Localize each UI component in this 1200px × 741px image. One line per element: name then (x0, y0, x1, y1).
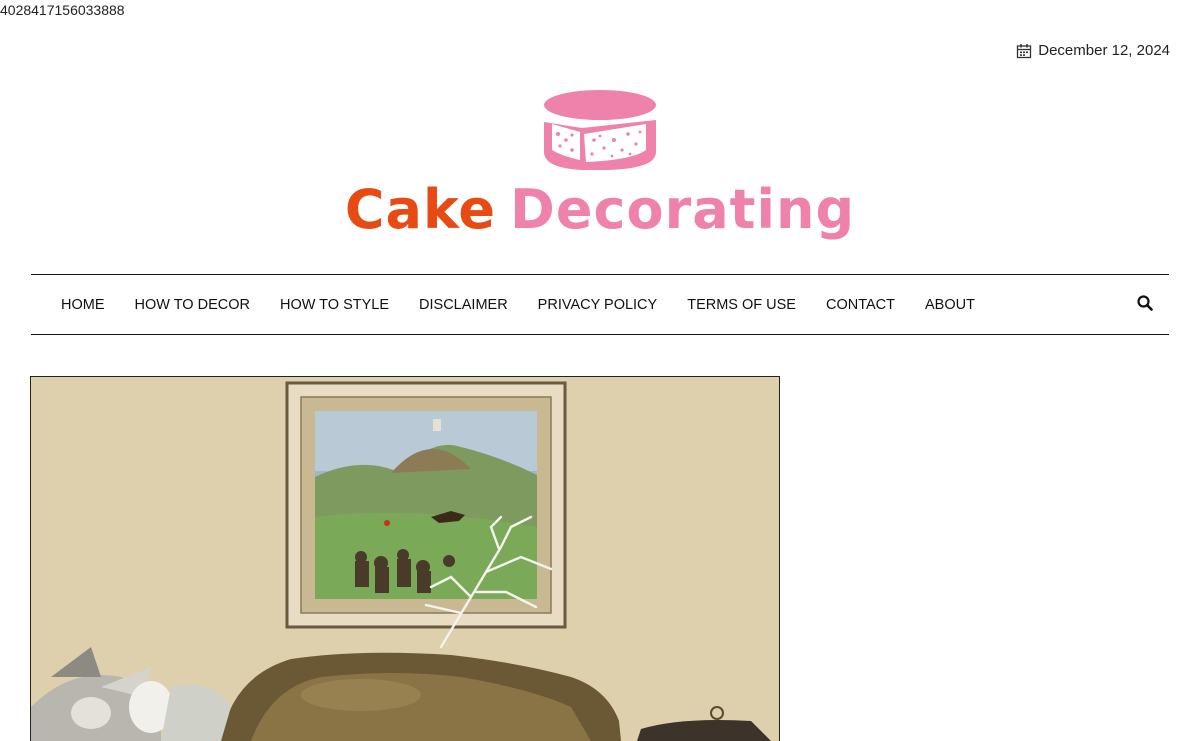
featured-image[interactable] (30, 376, 780, 741)
nav-item-how-to-style[interactable]: HOW TO STYLE (280, 297, 389, 313)
cake-icon (542, 88, 658, 177)
date-text: December 12, 2024 (1038, 42, 1170, 59)
nav-item-contact[interactable]: CONTACT (826, 297, 895, 313)
calendar-icon (1016, 43, 1032, 59)
nav-item-disclaimer[interactable]: DISCLAIMER (419, 297, 508, 313)
nav-item-privacy-policy[interactable]: PRIVACY POLICY (538, 297, 658, 313)
logo-word-decorating: Decorating (510, 178, 856, 241)
logo-word-cake: Cake (344, 178, 497, 241)
nav-item-about[interactable]: ABOUT (925, 297, 975, 313)
nav-menu: HOME HOW TO DECOR HOW TO STYLE DISCLAIME… (31, 297, 1005, 313)
site-logo[interactable]: Cake Decorating (0, 88, 1200, 237)
nav-item-how-to-decor[interactable]: HOW TO DECOR (135, 297, 250, 313)
nav-item-terms-of-use[interactable]: TERMS OF USE (687, 297, 796, 313)
logo-title: Cake Decorating (345, 183, 855, 237)
page-id-text: 4028417156033888 (0, 2, 125, 18)
header-date: December 12, 2024 (1016, 42, 1170, 59)
search-icon[interactable] (1137, 295, 1153, 316)
main-navigation: HOME HOW TO DECOR HOW TO STYLE DISCLAIME… (31, 274, 1169, 335)
nav-item-home[interactable]: HOME (61, 297, 105, 313)
